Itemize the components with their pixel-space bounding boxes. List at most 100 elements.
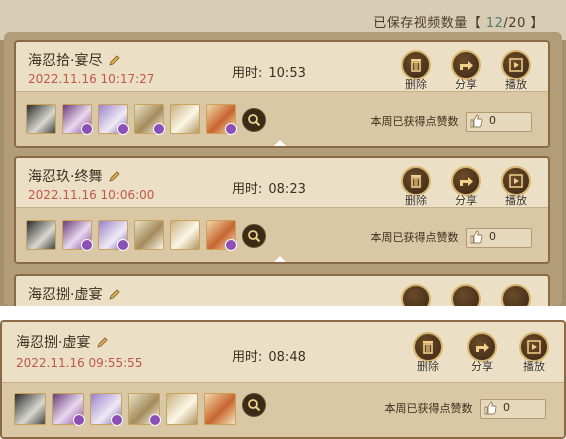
level-badge: [111, 414, 123, 426]
search-icon[interactable]: [242, 108, 266, 132]
thumbs-up-icon: [484, 401, 497, 415]
shikigami-avatar[interactable]: [134, 104, 165, 135]
duration-value: 10:53: [268, 66, 306, 81]
delete-label: 删除: [405, 194, 427, 207]
level-badge: [117, 239, 129, 251]
shikigami-avatar[interactable]: [26, 220, 56, 250]
thumbs-up-icon: [470, 114, 483, 128]
delete-button[interactable]: 删除: [410, 332, 446, 376]
shikigami-avatar[interactable]: [62, 104, 93, 135]
saved-video-count: 已保存视频数量【 12/20 】: [373, 12, 544, 31]
shikigami-avatar[interactable]: [128, 393, 161, 426]
pencil-icon[interactable]: [109, 288, 121, 300]
level-badge: [81, 123, 93, 135]
level-badge: [81, 239, 93, 251]
play-icon: [501, 284, 531, 306]
pencil-icon[interactable]: [109, 54, 121, 66]
share-label: 分享: [471, 360, 493, 373]
likes-value: 0: [489, 230, 496, 243]
shikigami-avatar[interactable]: [98, 104, 129, 135]
share-button[interactable]: 分享: [464, 332, 500, 376]
likes-label: 本周已获得点赞数: [384, 402, 473, 415]
thumbs-up-icon: [470, 230, 483, 244]
play-button[interactable]: 播放: [498, 166, 534, 210]
trash-icon: [401, 284, 431, 306]
likes-value: 0: [503, 401, 510, 414]
video-title: 海忍捌·虚宴: [16, 335, 91, 351]
video-duration: 用时: 08:48: [232, 346, 306, 365]
video-list-panel: 已保存视频数量【 12/20 】 海忍拾·宴尽 2022.11.16 10:17…: [0, 0, 566, 306]
bracket-open: 【: [467, 16, 482, 31]
shikigami-avatar[interactable]: [204, 393, 236, 425]
shikigami-avatar[interactable]: [62, 220, 93, 251]
bracket-close: 】: [530, 16, 544, 31]
shikigami-avatar[interactable]: [206, 104, 237, 135]
level-badge: [153, 123, 165, 135]
likes-counter: 0: [466, 112, 532, 132]
shikigami-avatar[interactable]: [166, 393, 198, 425]
video-duration: 用时: 08:23: [232, 178, 306, 197]
video-date: 2022.11.16 10:06:00: [28, 188, 155, 202]
level-badge: [225, 239, 237, 251]
duration-value: 08:48: [268, 350, 306, 365]
weekly-likes: 本周已获得点赞数 0: [384, 399, 546, 419]
level-badge: [149, 414, 161, 426]
shikigami-avatar[interactable]: [98, 220, 129, 251]
play-label: 播放: [505, 194, 527, 207]
likes-counter: 0: [480, 399, 546, 419]
share-icon: [451, 284, 481, 306]
play-label: 播放: [505, 78, 527, 91]
duration-label: 用时:: [232, 66, 263, 81]
duration-label: 用时:: [232, 182, 263, 197]
shikigami-avatar[interactable]: [170, 104, 200, 134]
video-title: 海忍拾·宴尽: [28, 53, 103, 69]
video-title-row: 海忍拾·宴尽: [28, 50, 121, 70]
search-icon[interactable]: [242, 393, 266, 417]
likes-value: 0: [489, 114, 496, 127]
play-label: 播放: [523, 360, 545, 373]
delete-button[interactable]: 删除: [398, 166, 434, 210]
shikigami-avatar[interactable]: [14, 393, 46, 425]
level-badge: [117, 123, 129, 135]
shikigami-avatar[interactable]: [52, 393, 85, 426]
video-title: 海忍玖·终舞: [28, 169, 103, 185]
delete-button[interactable]: 删除: [398, 50, 434, 94]
saved-count-total: 20: [508, 16, 526, 31]
play-button[interactable]: 播放: [498, 50, 534, 94]
shikigami-avatar[interactable]: [170, 220, 200, 250]
level-badge: [225, 123, 237, 135]
share-button[interactable]: [448, 284, 484, 306]
saved-count-label: 已保存视频数量: [373, 16, 468, 31]
video-title-row: 海忍玖·终舞: [28, 166, 121, 186]
play-button[interactable]: 播放: [516, 332, 552, 376]
saved-count-current: 12: [485, 16, 504, 31]
play-button[interactable]: [498, 284, 534, 306]
search-icon[interactable]: [242, 224, 266, 248]
pencil-icon[interactable]: [97, 336, 109, 348]
shikigami-avatar[interactable]: [26, 104, 56, 134]
divider: [0, 306, 566, 320]
pencil-icon[interactable]: [109, 170, 121, 182]
video-title-row: 海忍捌·虚宴: [16, 332, 109, 352]
weekly-likes: 本周已获得点赞数 0: [371, 228, 532, 248]
video-card: 海忍拾·宴尽 2022.11.16 10:17:27 用时: 10:53 删除 分…: [14, 40, 550, 148]
share-button[interactable]: 分享: [448, 50, 484, 94]
delete-label: 删除: [417, 360, 439, 373]
shikigami-avatar[interactable]: [206, 220, 237, 251]
video-title: 海忍捌·虚宴: [28, 287, 103, 303]
weekly-likes: 本周已获得点赞数 0: [371, 112, 532, 132]
delete-label: 删除: [405, 78, 427, 91]
video-title-row: 海忍捌·虚宴: [28, 284, 121, 304]
likes-counter: 0: [466, 228, 532, 248]
expand-arrow-icon[interactable]: [274, 140, 286, 146]
shikigami-avatar[interactable]: [90, 393, 123, 426]
video-date: 2022.11.16 09:55:55: [16, 356, 143, 370]
share-label: 分享: [455, 78, 477, 91]
video-card-detail: 海忍捌·虚宴 2022.11.16 09:55:55 用时: 08:48 删除 分…: [0, 320, 566, 439]
video-card: 海忍玖·终舞 2022.11.16 10:06:00 用时: 08:23 删除 分…: [14, 156, 550, 264]
delete-button[interactable]: [398, 284, 434, 306]
share-button[interactable]: 分享: [448, 166, 484, 210]
shikigami-avatar[interactable]: [134, 220, 164, 250]
expand-arrow-icon[interactable]: [274, 256, 286, 262]
share-label: 分享: [455, 194, 477, 207]
